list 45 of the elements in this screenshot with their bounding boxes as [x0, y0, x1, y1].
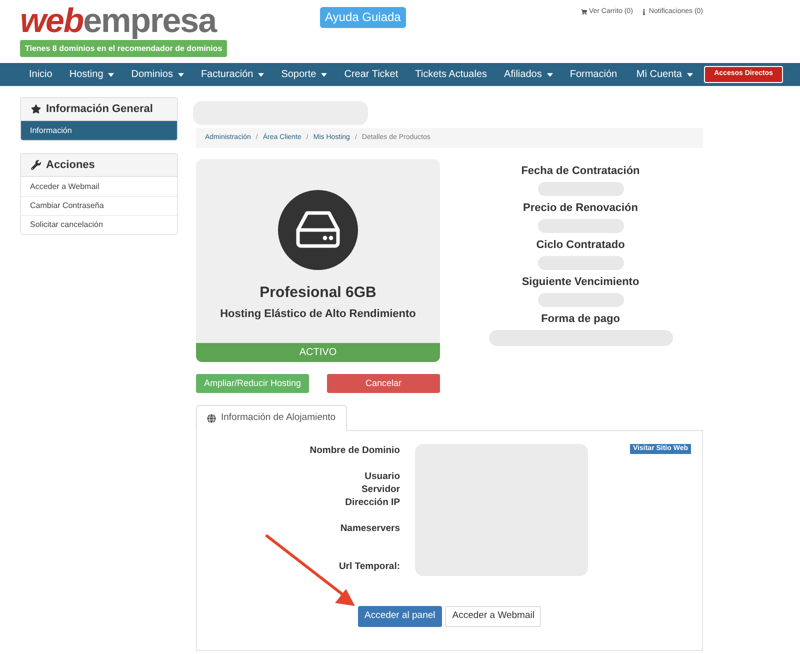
- field-label: Servidor: [361, 483, 400, 496]
- action-button[interactable]: Cancelar: [327, 374, 440, 393]
- account-menu[interactable]: Mi Cuenta: [636, 67, 693, 82]
- field-label: Usuario: [364, 470, 400, 483]
- caret-icon: [178, 72, 184, 76]
- field-label: Nameservers: [340, 522, 400, 535]
- sidebar-panel-title: Acciones: [46, 158, 95, 173]
- detail-label: Forma de pago: [541, 312, 620, 327]
- wrench-icon: [31, 160, 41, 170]
- detail-label: Precio de Renovación: [523, 201, 638, 216]
- field-label: Dirección IP: [345, 496, 400, 509]
- product-name: Profesional 6GB: [260, 284, 376, 302]
- globe-icon: [207, 414, 216, 422]
- detail-label: Fecha de Contratación: [521, 164, 640, 179]
- hard-drive-icon: [278, 190, 358, 270]
- field-label: Url Temporal:: [338, 560, 400, 573]
- info-icon: [640, 9, 647, 16]
- status-bar: ACTIVO: [196, 343, 440, 362]
- caret-icon: [321, 72, 328, 76]
- caret-icon: [108, 72, 114, 76]
- nav-item[interactable]: Afiliados: [504, 67, 553, 82]
- nav-item[interactable]: Formación: [570, 67, 618, 82]
- panel-button[interactable]: Acceder a Webmail: [445, 606, 542, 627]
- sidebar-item[interactable]: Solicitar cancelación: [21, 215, 177, 234]
- panel-button[interactable]: Acceder al panel: [358, 606, 442, 627]
- star-icon: [31, 104, 41, 114]
- sidebar-item[interactable]: Información: [21, 121, 177, 140]
- caret-icon: [546, 72, 553, 76]
- cart-icon: [580, 9, 587, 16]
- sidebar-panel-title: Información General: [46, 102, 153, 117]
- field-label: Nombre de Dominio: [310, 444, 400, 457]
- nav-item[interactable]: Dominios: [131, 67, 184, 82]
- nav-item[interactable]: Soporte: [281, 67, 328, 82]
- nav-item[interactable]: Hosting: [69, 67, 114, 82]
- nav-item[interactable]: Facturación: [200, 67, 264, 82]
- nav-item[interactable]: Inicio: [29, 67, 52, 82]
- product-description: Hosting Elástico de Alto Rendimiento: [220, 308, 416, 321]
- caret-icon: [258, 72, 264, 76]
- detail-label: Ciclo Contratado: [536, 238, 625, 253]
- tab[interactable]: Información de Alojamiento: [196, 405, 347, 431]
- nav-item[interactable]: Tickets Actuales: [415, 67, 488, 82]
- logo[interactable]: webempresa: [20, 4, 216, 38]
- detail-label: Siguiente Vencimiento: [522, 275, 640, 290]
- nav-item[interactable]: Crear Ticket: [344, 67, 398, 82]
- caret-icon: [687, 72, 693, 76]
